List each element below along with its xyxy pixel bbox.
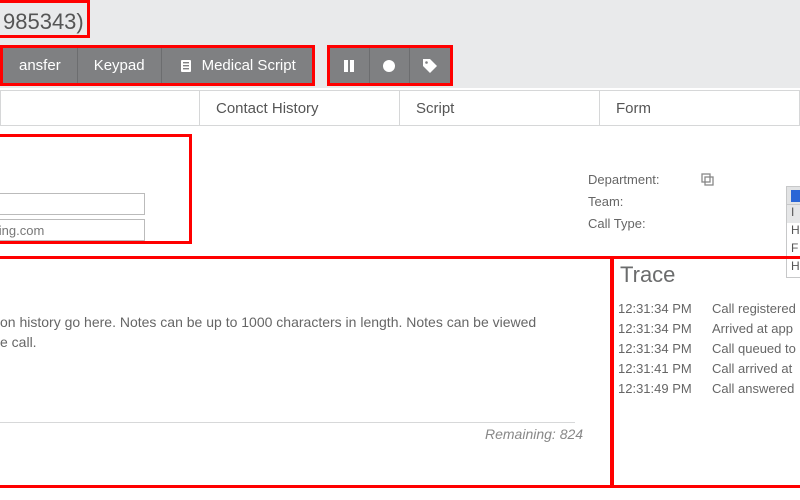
medical-script-button[interactable]: Medical Script xyxy=(162,48,312,83)
trace-row: 12:31:41 PMCall arrived at xyxy=(618,358,800,378)
clipboard-icon xyxy=(178,58,194,74)
department-label: Department: xyxy=(588,172,698,187)
contact-field-1[interactable] xyxy=(0,193,145,215)
keypad-label: Keypad xyxy=(94,57,145,74)
tab-empty[interactable] xyxy=(0,90,200,126)
call-type-label: Call Type: xyxy=(588,216,698,231)
tab-contact-history[interactable]: Contact History xyxy=(200,90,400,126)
notes-divider xyxy=(0,422,575,423)
notes-text: on history go here. Notes can be up to 1… xyxy=(0,312,590,352)
keypad-button[interactable]: Keypad xyxy=(78,48,162,83)
contact-fields-panel xyxy=(0,134,192,244)
record-button[interactable] xyxy=(370,48,410,83)
trace-row: 12:31:34 PMCall registered xyxy=(618,298,800,318)
trace-row: 12:31:34 PMCall queued to xyxy=(618,338,800,358)
trace-row: 12:31:49 PMCall answered xyxy=(618,378,800,398)
pause-icon xyxy=(342,59,356,73)
call-id-fragment: 985343) xyxy=(0,0,90,38)
transfer-label: ansfer xyxy=(19,57,61,74)
pause-button[interactable] xyxy=(330,48,370,83)
tab-strip: Contact History Script Form Salesforce xyxy=(0,90,800,126)
contact-email-field[interactable] xyxy=(0,219,145,241)
trace-title: Trace xyxy=(620,262,675,288)
dropdown-option[interactable]: H xyxy=(787,223,800,241)
medical-script-label: Medical Script xyxy=(202,57,296,74)
record-icon xyxy=(382,59,396,73)
dropdown-option[interactable]: I xyxy=(787,205,800,223)
tag-icon xyxy=(422,58,438,74)
blue-square-icon xyxy=(791,190,800,202)
notes-remaining: Remaining: 824 xyxy=(485,426,583,442)
tag-button[interactable] xyxy=(410,48,450,83)
transfer-button[interactable]: ansfer xyxy=(3,48,78,83)
team-label: Team: xyxy=(588,194,698,209)
notes-panel-outline xyxy=(0,256,614,488)
call-metadata: Department: Team: Call Type: xyxy=(588,168,800,234)
tab-script[interactable]: Script xyxy=(400,90,600,126)
trace-row: 12:31:34 PMArrived at app xyxy=(618,318,800,338)
trace-list: 12:31:34 PMCall registered 12:31:34 PMAr… xyxy=(618,298,800,398)
copy-icon[interactable] xyxy=(698,173,716,186)
tab-form[interactable]: Form xyxy=(600,90,800,126)
